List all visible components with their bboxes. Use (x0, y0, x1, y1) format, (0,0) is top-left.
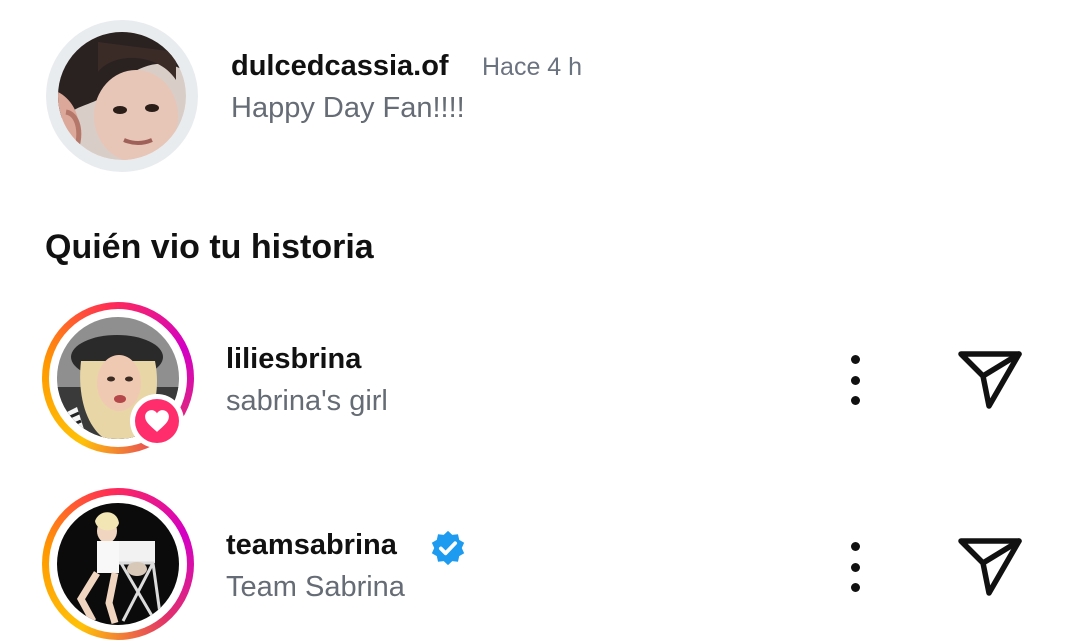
dot (850, 562, 860, 572)
dot (850, 542, 860, 551)
story-avatar[interactable] (46, 20, 198, 172)
viewer-subtitle: Team Sabrina (226, 571, 405, 603)
viewer-subtitle: sabrina's girl (226, 385, 388, 417)
dot (850, 396, 860, 405)
viewer-row[interactable] (42, 488, 194, 640)
dot (850, 583, 860, 592)
send-button[interactable] (955, 531, 1025, 601)
send-icon (958, 538, 1022, 596)
viewer-username[interactable]: liliesbrina (226, 343, 361, 376)
verified-badge-icon (429, 529, 467, 567)
story-username[interactable]: dulcedcassia.of (231, 50, 449, 83)
viewer-avatar[interactable] (42, 488, 194, 640)
dot (850, 375, 860, 385)
dot (850, 355, 860, 364)
story-caption: Happy Day Fan!!!! (231, 92, 465, 124)
section-title: Quién vio tu historia (45, 228, 374, 266)
send-icon (958, 351, 1022, 409)
liked-badge (130, 394, 184, 448)
story-time: Hace 4 h (482, 53, 583, 81)
viewer-username[interactable]: teamsabrina (226, 529, 397, 562)
viewer-avatar-photo (57, 503, 179, 625)
more-options-button[interactable] (845, 355, 865, 405)
story-avatar-photo (58, 32, 186, 160)
more-options-button[interactable] (845, 542, 865, 592)
heart-icon (145, 410, 169, 432)
send-button[interactable] (955, 344, 1025, 414)
